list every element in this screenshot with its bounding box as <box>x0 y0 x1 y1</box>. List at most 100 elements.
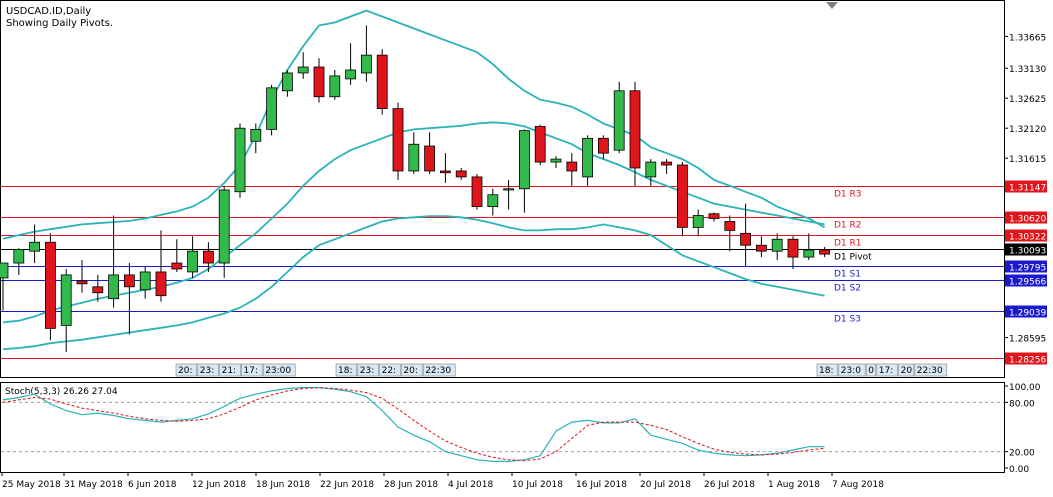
candle-body <box>108 274 119 300</box>
candle-body <box>376 54 388 110</box>
stoch-title: Stoch(5,3,3) 26.26 27.04 <box>5 387 118 397</box>
date-tick-label: 4 Jul 2018 <box>448 480 493 490</box>
candle-body <box>661 161 672 166</box>
candle <box>392 102 404 180</box>
candle <box>266 84 278 136</box>
session-label: 20 <box>901 366 913 376</box>
pivot-label: D1 Pivot <box>834 253 872 263</box>
candle-body <box>803 249 815 258</box>
candle-body <box>487 194 499 208</box>
pivot-price-label: 1.31147 <box>1009 184 1046 194</box>
price-tick-label: 1.28595 <box>1009 335 1046 345</box>
date-tick-label: 18 Jun 2018 <box>256 480 310 490</box>
candle-body <box>439 170 451 174</box>
session-label: 22:30 <box>917 366 943 376</box>
candle-body <box>392 108 404 172</box>
candle-body <box>13 248 25 264</box>
date-tick-label: 20 Jul 2018 <box>640 480 691 490</box>
pivot-label: D1 S2 <box>834 284 861 294</box>
price-tick-label: 1.32625 <box>1009 95 1046 105</box>
candle <box>677 162 688 237</box>
candle-body <box>360 54 372 74</box>
stoch-tick-label: 0.00 <box>1009 465 1029 475</box>
pivot-label: D1 S1 <box>834 270 861 280</box>
candle-body <box>471 176 483 208</box>
candle-body <box>124 274 135 288</box>
candle-body <box>613 90 625 151</box>
date-tick-label: 12 Jun 2018 <box>192 480 246 490</box>
candle-body <box>234 127 246 193</box>
candle-body <box>155 271 167 297</box>
session-label: 18: <box>338 366 352 376</box>
pivot-label: D1 R1 <box>834 239 862 249</box>
candle-body <box>281 72 293 92</box>
candle-body <box>187 250 199 273</box>
stoch-tick-label: 20.00 <box>1009 449 1035 459</box>
date-tick-label: 22 Jun 2018 <box>320 480 374 490</box>
chart-subtitle-label: Showing Daily Pivots. <box>6 18 113 29</box>
candle-body <box>455 170 467 178</box>
date-tick-label: 7 Aug 2018 <box>832 480 884 490</box>
pivot-label: D1 R2 <box>834 221 862 231</box>
candle-body <box>629 90 641 169</box>
candle-body <box>756 244 767 252</box>
pivot-price-label: 1.29795 <box>1009 264 1046 274</box>
candle <box>376 49 388 115</box>
session-label: 23: <box>200 366 214 376</box>
session-label: 17: <box>879 366 893 376</box>
session-label: 22:30 <box>425 366 451 376</box>
stoch-tick-label: 100.00 <box>1009 383 1041 393</box>
candle-body <box>534 126 546 163</box>
pivot-price-label: 1.28256 <box>1009 356 1046 366</box>
price-tick-label: 1.32120 <box>1009 125 1046 135</box>
candle-body <box>266 87 278 130</box>
candle-body <box>677 164 688 228</box>
date-tick-label: 31 May 2018 <box>64 480 123 490</box>
session-label: 21: <box>222 366 236 376</box>
date-tick-label: 1 Aug 2018 <box>768 480 820 490</box>
candle-body <box>582 137 593 178</box>
candle-body <box>708 213 720 219</box>
candle <box>471 173 483 210</box>
date-tick-label: 16 Jul 2018 <box>576 480 627 490</box>
session-label: 17: <box>243 366 257 376</box>
candle <box>234 123 246 198</box>
pivot-price-label: 1.30322 <box>1009 233 1046 243</box>
candle-body <box>408 143 420 172</box>
pivot-price-label: 1.29039 <box>1009 309 1046 319</box>
session-label: 18: <box>819 366 833 376</box>
candle-body <box>550 158 562 163</box>
stoch-pane-frame <box>0 382 1005 473</box>
candle-body <box>740 232 751 246</box>
date-axis: 25 May 2018 31 May 2018 6 Jun 2018 12 Jun 2… <box>1 472 884 490</box>
pivot-label: D1 S3 <box>834 315 861 325</box>
candle-body <box>329 75 341 98</box>
session-label: 0 <box>868 366 874 376</box>
pivot-label: D1 R3 <box>834 190 862 200</box>
date-tick-label: 10 Jul 2018 <box>512 480 563 490</box>
candle-body <box>29 241 41 252</box>
candle-body <box>0 262 9 279</box>
candle-body <box>139 271 151 291</box>
mt4-chart-window[interactable]: USDCAD.ID,Daily Showing Daily Pivots. 1.… <box>0 0 1053 493</box>
candle-body <box>692 215 704 228</box>
session-label: 23:00 <box>265 366 291 376</box>
session-label: 20: <box>403 366 417 376</box>
candle-body <box>503 188 515 191</box>
candle-body <box>60 274 72 326</box>
candle-body <box>645 161 657 178</box>
candle-body <box>218 189 230 264</box>
price-tick-label: 1.31615 <box>1009 155 1046 165</box>
candle-body <box>202 250 214 264</box>
date-tick-label: 25 May 2018 <box>2 480 61 490</box>
candle <box>613 81 625 154</box>
date-tick-label: 28 Jun 2018 <box>384 480 438 490</box>
candle-body <box>424 145 436 172</box>
candle-body <box>787 238 799 258</box>
pivot-price-label: 1.30093 <box>1009 247 1046 257</box>
session-label: 20: <box>178 366 192 376</box>
chart-symbol-label: USDCAD.ID,Daily <box>6 6 91 17</box>
candle-body <box>771 238 783 252</box>
session-label: 23:0 <box>841 366 861 376</box>
session-label: 23: <box>360 366 374 376</box>
